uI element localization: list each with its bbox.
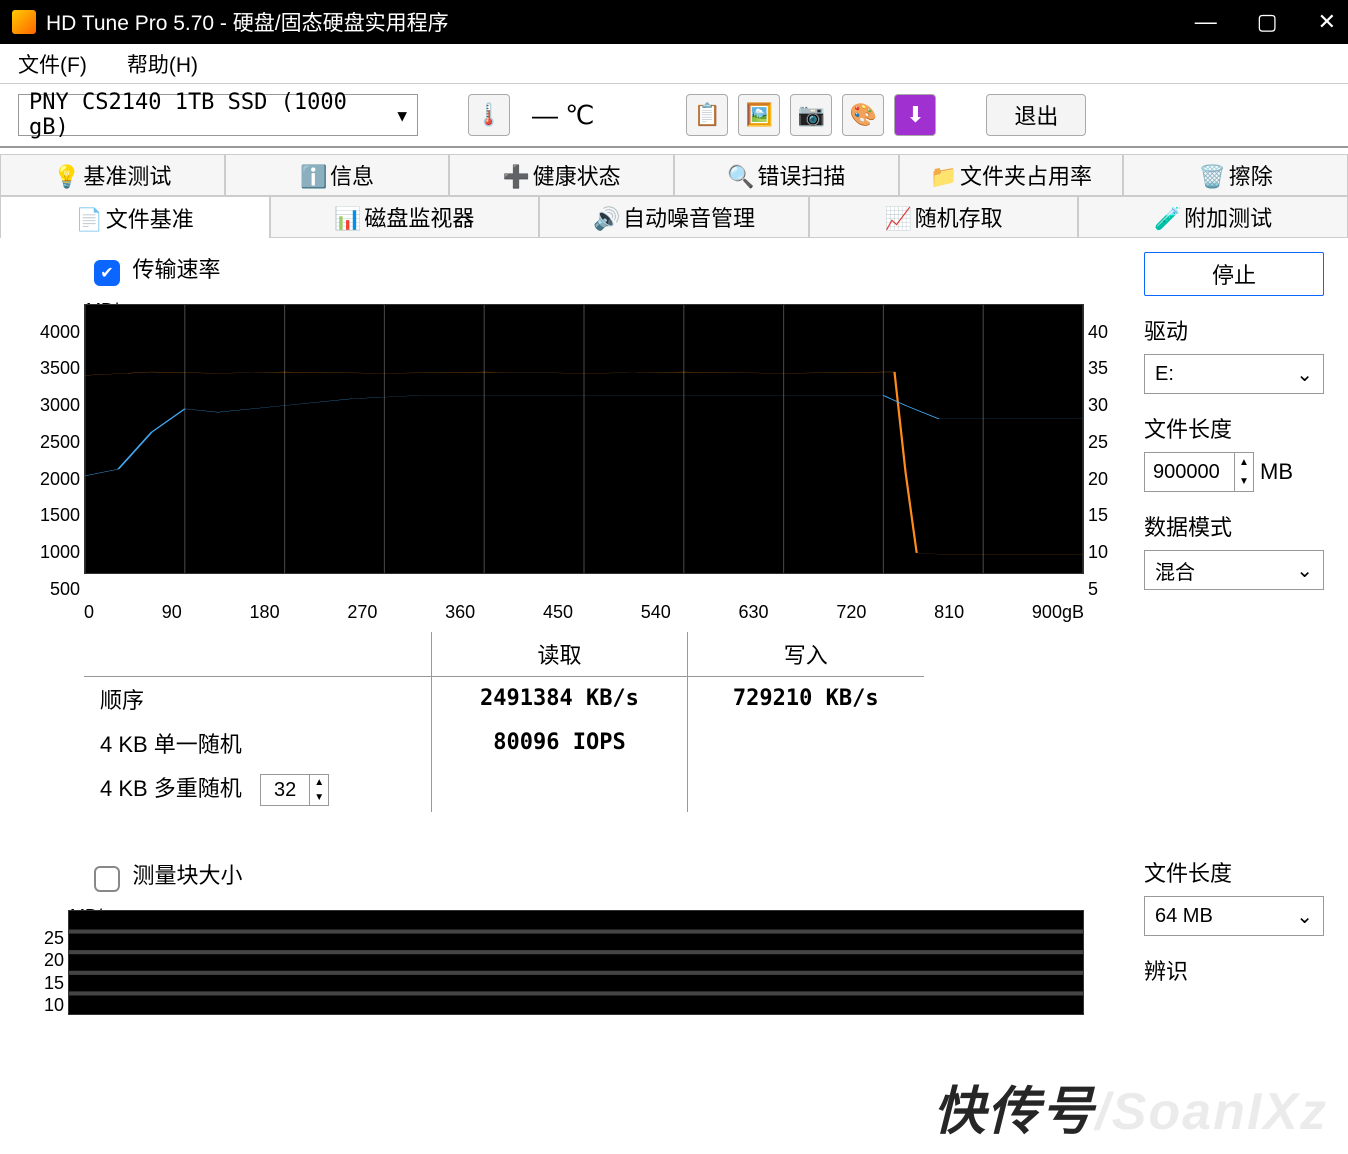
file-length-2-section: 文件长度 64 MB⌄ (1144, 856, 1324, 936)
tab-folder-usage[interactable]: 📁文件夹占用率 (899, 154, 1124, 196)
col-write: 写入 (687, 632, 924, 677)
thermometer-icon[interactable]: 🌡️ (468, 94, 510, 136)
temperature-value: — ℃ (532, 100, 594, 131)
info-icon: ℹ️ (300, 164, 322, 186)
data-mode-label: 数据模式 (1144, 510, 1324, 542)
y-axis-left: 4000350030002500200015001000500 (24, 322, 84, 600)
drive-select[interactable]: PNY CS2140 1TB SSD (1000 gB) ▼ (18, 94, 418, 136)
plot-area-2 (68, 910, 1084, 1015)
block-chart: read write MB/s 25201510 (24, 910, 1124, 1040)
maximize-button[interactable]: ▢ (1257, 9, 1278, 35)
drive-select-value: PNY CS2140 1TB SSD (1000 gB) (29, 90, 397, 140)
tab-benchmark[interactable]: 💡基准测试 (0, 154, 225, 196)
x-axis: 090180270360450540630720810900gB (84, 602, 1084, 624)
chevron-down-icon: ▼ (397, 106, 407, 125)
copy-image-button[interactable]: 🖼️ (738, 94, 780, 136)
chevron-down-icon: ⌄ (1296, 904, 1313, 929)
data-mode-section: 数据模式 混合⌄ (1144, 510, 1324, 590)
plot-area (84, 304, 1084, 574)
stop-button[interactable]: 停止 (1144, 252, 1324, 296)
speaker-icon: 🔊 (593, 206, 615, 228)
y-axis-right: 403530252015105 (1084, 322, 1124, 600)
tab-health[interactable]: ➕健康状态 (449, 154, 674, 196)
block-size-label: 测量块大小 (132, 863, 242, 888)
drive-section: 驱动 E:⌄ (1144, 314, 1324, 394)
toolbar: PNY CS2140 1TB SSD (1000 gB) ▼ 🌡️ — ℃ 📋 … (0, 84, 1348, 148)
watermark: 快传号/SoanIXz (933, 1069, 1328, 1144)
random-icon: 📈 (885, 206, 907, 228)
file-length-2-label: 文件长度 (1144, 856, 1324, 888)
menu-file[interactable]: 文件(F) (18, 49, 87, 79)
data-mode-select[interactable]: 混合⌄ (1144, 550, 1324, 590)
tab-random-access[interactable]: 📈随机存取 (809, 196, 1079, 238)
col-read: 读取 (432, 632, 687, 677)
titlebar: HD Tune Pro 5.70 - 硬盘/固态硬盘实用程序 — ▢ ✕ (0, 0, 1348, 44)
save-button[interactable]: ⬇ (894, 94, 936, 136)
transfer-rate-label: 传输速率 (132, 257, 220, 282)
transfer-rate-checkbox[interactable]: ✔ (94, 260, 120, 286)
chevron-down-icon: ⌄ (1296, 362, 1313, 387)
table-row: 4 KB 单一随机80096 IOPS (84, 721, 924, 765)
table-row: 4 KB 多重随机 ▲▼ (84, 765, 924, 813)
app-icon (12, 10, 36, 34)
drive-label: 驱动 (1144, 314, 1324, 346)
tab-aam[interactable]: 🔊自动噪音管理 (539, 196, 809, 238)
block-size-checkbox[interactable] (94, 866, 120, 892)
results-table: 读取 写入 顺序2491384 KB/s729210 KB/s4 KB 单一随机… (84, 632, 924, 813)
arrow-up-icon[interactable]: ▲ (1235, 453, 1253, 472)
exit-button[interactable]: 退出 (986, 94, 1086, 136)
y-axis-2: 25201510 (24, 928, 68, 1016)
tab-disk-monitor[interactable]: 📊磁盘监视器 (270, 196, 540, 238)
file-length-2-select[interactable]: 64 MB⌄ (1144, 896, 1324, 936)
tab-info[interactable]: ℹ️信息 (225, 154, 450, 196)
screenshot-button[interactable]: 📷 (790, 94, 832, 136)
options-button[interactable]: 🎨 (842, 94, 884, 136)
close-button[interactable]: ✕ (1318, 9, 1336, 35)
table-row: 顺序2491384 KB/s729210 KB/s (84, 676, 924, 721)
tab-extra-tests[interactable]: 🧪附加测试 (1078, 196, 1348, 238)
copy-text-button[interactable]: 📋 (686, 94, 728, 136)
transfer-chart: MB/s ms 4000350030002500200015001000500 … (24, 304, 1124, 624)
arrow-down-icon[interactable]: ▼ (1235, 472, 1253, 491)
file-benchmark-panel: ✔ 传输速率 MB/s ms 4000350030002500200015001… (0, 238, 1348, 1040)
chevron-down-icon: ⌄ (1296, 558, 1313, 583)
menubar: 文件(F) 帮助(H) (0, 44, 1348, 84)
tabs: 💡基准测试 ℹ️信息 ➕健康状态 🔍错误扫描 📁文件夹占用率 🗑️擦除 📄文件基… (0, 148, 1348, 238)
recognize-label: 辨识 (1144, 954, 1324, 986)
folder-icon: 📁 (930, 164, 952, 186)
health-icon: ➕ (503, 164, 525, 186)
file-icon: 📄 (76, 207, 98, 229)
search-icon: 🔍 (727, 164, 749, 186)
chart-icon: 📊 (334, 206, 356, 228)
minimize-button[interactable]: — (1195, 9, 1217, 35)
file-length-label: 文件长度 (1144, 412, 1324, 444)
trash-icon: 🗑️ (1199, 164, 1221, 186)
window-title: HD Tune Pro 5.70 - 硬盘/固态硬盘实用程序 (46, 7, 1195, 37)
multi-random-spinner[interactable]: ▲▼ (260, 774, 329, 806)
side-panel: 停止 驱动 E:⌄ 文件长度 900000 ▲▼ MB 数据模式 混合⌄ (1144, 252, 1324, 1040)
tab-erase[interactable]: 🗑️擦除 (1123, 154, 1348, 196)
tab-file-benchmark[interactable]: 📄文件基准 (0, 196, 270, 238)
file-length-unit: MB (1260, 459, 1293, 485)
menu-help[interactable]: 帮助(H) (127, 49, 198, 79)
file-length-spinner[interactable]: 900000 ▲▼ (1144, 452, 1254, 492)
tab-error-scan[interactable]: 🔍错误扫描 (674, 154, 899, 196)
bulb-icon: 💡 (53, 164, 75, 186)
file-length-section: 文件长度 900000 ▲▼ MB (1144, 412, 1324, 492)
drive-letter-select[interactable]: E:⌄ (1144, 354, 1324, 394)
extra-icon: 🧪 (1154, 206, 1176, 228)
